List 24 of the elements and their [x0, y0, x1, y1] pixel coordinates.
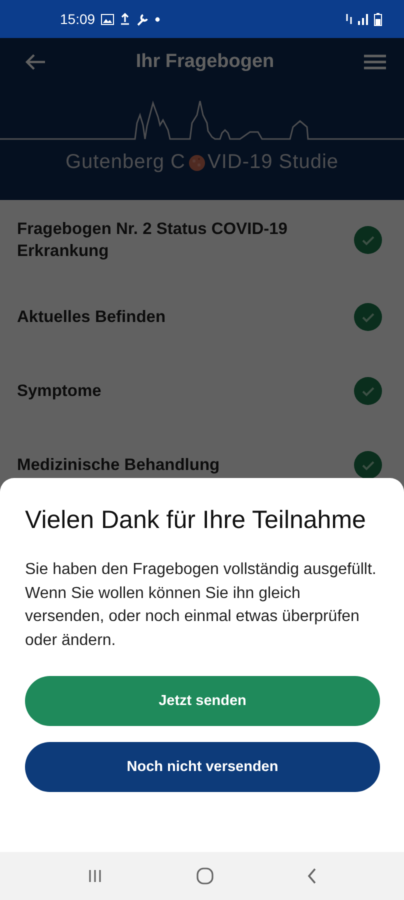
upload-icon — [120, 13, 130, 25]
signal-icon — [358, 14, 370, 24]
send-button[interactable]: Jetzt senden — [25, 676, 380, 726]
recent-apps-button[interactable] — [86, 869, 103, 883]
dot-icon — [155, 16, 160, 22]
wrench-icon — [136, 12, 150, 26]
image-icon — [101, 14, 114, 24]
battery-icon — [374, 12, 382, 26]
later-button[interactable]: Noch nicht versenden — [25, 742, 380, 792]
section-item[interactable]: Aktuelles Befinden — [0, 280, 404, 354]
dialog-message: Sie haben den Fragebogen vollständig ausgefüllt. Wenn Sie wollen können Sie ihn gleich versenden, oder noch einmal etwas überprüfen oder ändern. — [25, 560, 378, 650]
section-item[interactable]: Symptome — [0, 354, 404, 428]
virus-icon — [186, 152, 206, 172]
logo-text: Gutenberg C — [65, 151, 186, 174]
section-item[interactable]: Fragebogen Nr. 2 Status COVID-19 Erkrankung — [0, 200, 404, 280]
logo-text: VID-19 Studie — [208, 151, 339, 174]
status-time: 15:09 — [60, 11, 96, 27]
menu-button[interactable] — [364, 54, 386, 70]
back-nav-button[interactable] — [307, 868, 318, 884]
back-button[interactable] — [24, 52, 46, 70]
dialog-title: Vielen Dank für Ihre Teilnahme — [25, 505, 367, 536]
app-title: Ihr Fragebogen — [134, 50, 276, 72]
home-button[interactable] — [196, 867, 214, 885]
data-arrows-icon — [345, 13, 354, 25]
